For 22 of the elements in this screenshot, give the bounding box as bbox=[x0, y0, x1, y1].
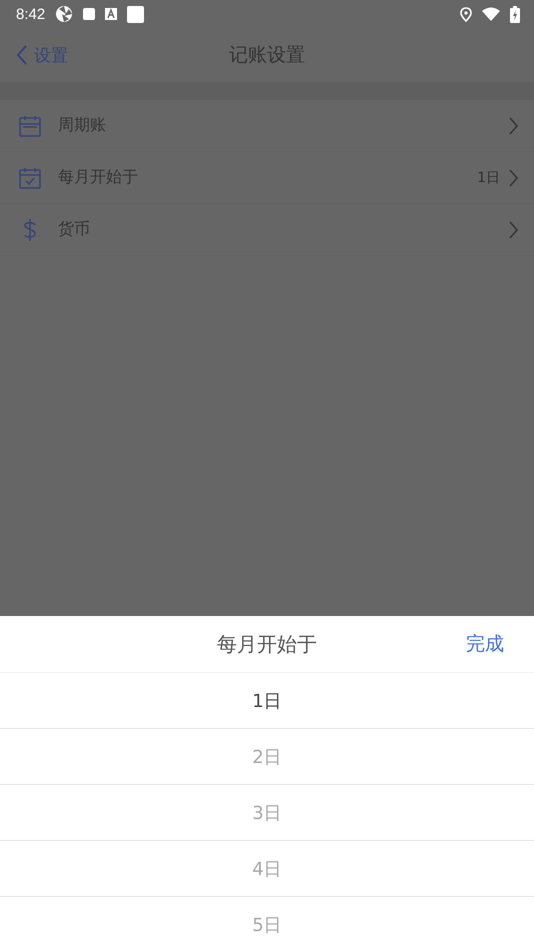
notification-icon bbox=[127, 6, 144, 22]
notification-icon bbox=[83, 8, 96, 20]
aperture-icon bbox=[55, 5, 74, 23]
picker-option[interactable]: 1日 bbox=[0, 673, 534, 729]
picker-title: 每月开始于 bbox=[217, 630, 317, 658]
wifi-icon bbox=[482, 7, 500, 21]
notification-icon bbox=[105, 8, 118, 20]
chevron-right-icon bbox=[508, 220, 518, 238]
setting-value: 1日 bbox=[477, 168, 500, 186]
chevron-right-icon bbox=[508, 116, 518, 134]
calendar-icon bbox=[18, 114, 42, 138]
status-time: 8:42 bbox=[16, 6, 46, 22]
back-icon bbox=[16, 44, 28, 66]
picker-option[interactable]: 5日 bbox=[0, 897, 534, 950]
calendar-check-icon bbox=[18, 166, 42, 190]
picker-option[interactable]: 2日 bbox=[0, 729, 534, 785]
picker-option[interactable]: 4日 bbox=[0, 841, 534, 897]
location-icon bbox=[460, 6, 472, 22]
picker-option[interactable]: 3日 bbox=[0, 785, 534, 841]
chevron-right-icon bbox=[508, 168, 518, 186]
battery-icon bbox=[510, 6, 520, 22]
done-button[interactable]: 完成 bbox=[460, 630, 510, 658]
